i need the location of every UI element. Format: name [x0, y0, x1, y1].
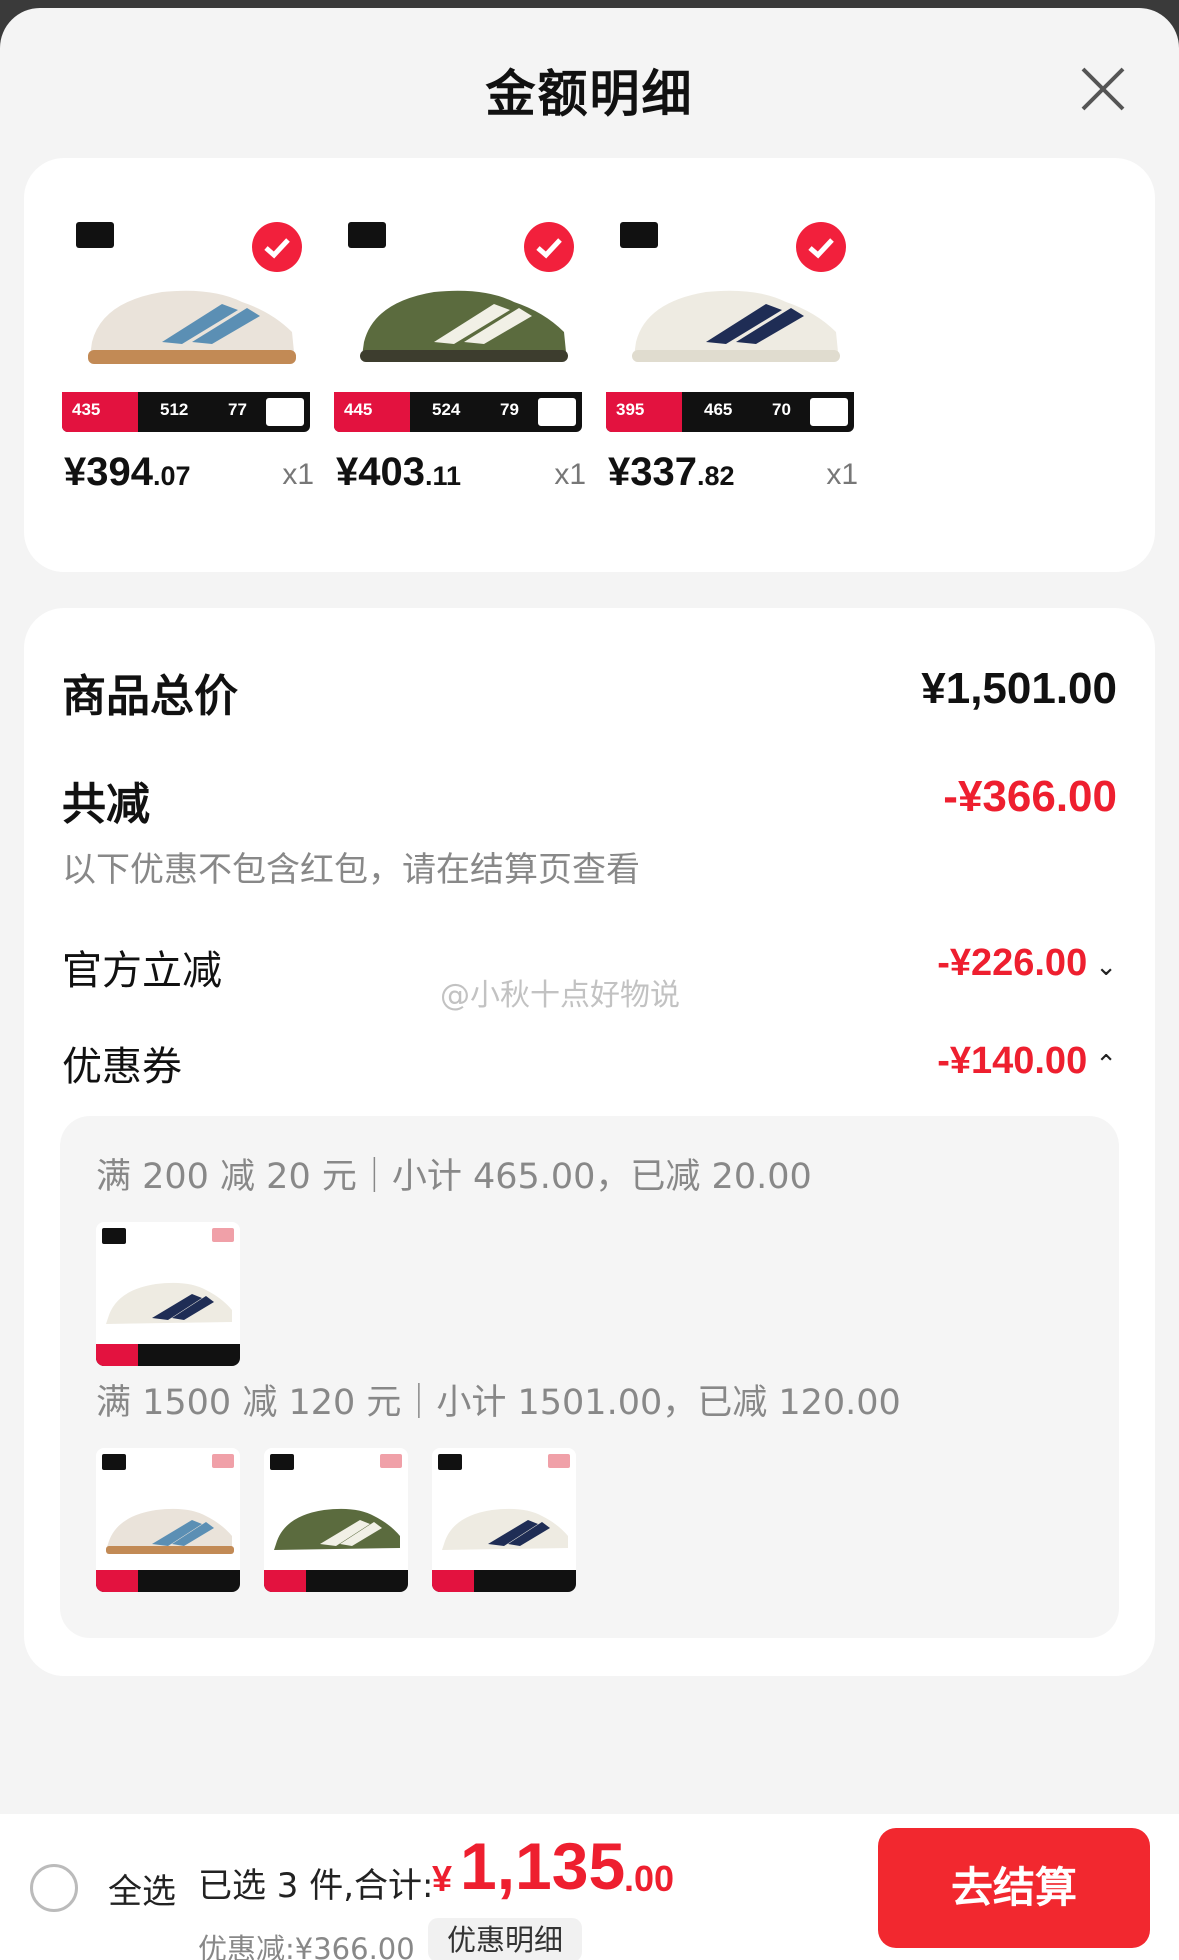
chevron-up-icon: ⌃: [1095, 1049, 1117, 1079]
promo-banner: 395 465 70: [606, 392, 854, 432]
discount-detail-button[interactable]: 优惠明细: [428, 1918, 582, 1960]
product-quantity: x1: [826, 458, 858, 491]
checkout-bar: 全选 已选 3 件,合计: ¥ 1,135 .00 优惠减:¥366.00 优惠…: [0, 1814, 1179, 1960]
product-image: 435 512 77: [62, 192, 310, 432]
total-price-value: ¥1,501.00: [921, 664, 1117, 713]
selected-check-icon[interactable]: [796, 222, 846, 272]
coupon-detail-box: 满 200 减 20 元｜小计 465.00，已减 20.00 满 1500 减…: [60, 1116, 1119, 1638]
product-price: ¥337.82: [608, 450, 735, 494]
total-price-label: 商品总价: [62, 671, 238, 722]
product-quantity: x1: [282, 458, 314, 491]
selected-count-text: 已选 3 件,合计:: [198, 1866, 434, 1906]
product-image: 445 524 79: [334, 192, 582, 432]
official-discount-label: 官方立减: [62, 948, 222, 994]
price-summary-card: 商品总价 ¥1,501.00 共减 -¥366.00 以下优惠不包含红包，请在结…: [24, 608, 1155, 1676]
product-list-card: 435 512 77 ¥394.07 x1 445 524 79 ¥403.11…: [24, 158, 1155, 572]
total-amount: 1,135: [460, 1829, 626, 1903]
product-quantity: x1: [554, 458, 586, 491]
coupon-row[interactable]: -¥140.00 ⌃: [937, 1040, 1117, 1083]
coupon-rule-line: 满 1500 减 120 元｜小计 1501.00，已减 120.00: [96, 1383, 901, 1423]
product-item[interactable]: 445 524 79 ¥403.11 x1: [334, 192, 586, 494]
promo-banner: 445 524 79: [334, 392, 582, 432]
coupon-product-thumb: [96, 1222, 240, 1366]
total-reduction-label: 共减: [62, 779, 150, 830]
product-price: ¥394.07: [64, 450, 191, 494]
select-all-radio[interactable]: [30, 1864, 78, 1912]
promo-banner: 435 512 77: [62, 392, 310, 432]
product-item[interactable]: 395 465 70 ¥337.82 x1: [606, 192, 858, 494]
select-all-label[interactable]: 全选: [108, 1864, 176, 1913]
amount-detail-sheet: 金额明细 435 512 77 ¥394.07 x1 445 524 79 ¥4…: [0, 8, 1179, 1960]
total-currency: ¥: [432, 1858, 453, 1899]
brand-logo: [348, 222, 386, 248]
close-icon[interactable]: [1078, 64, 1128, 114]
product-image: 395 465 70: [606, 192, 854, 432]
discount-summary: 优惠减:¥366.00: [198, 1932, 415, 1960]
coupon-product-thumb: [264, 1448, 408, 1592]
total-reduction-value: -¥366.00: [943, 772, 1117, 821]
product-price: ¥403.11: [336, 450, 462, 494]
brand-logo: [620, 222, 658, 248]
official-discount-value: -¥226.00: [937, 942, 1088, 984]
selected-check-icon[interactable]: [524, 222, 574, 272]
coupon-product-thumb: [432, 1448, 576, 1592]
discount-note: 以下优惠不包含红包，请在结算页查看: [62, 850, 640, 890]
chevron-down-icon: ⌄: [1095, 951, 1117, 981]
coupon-value: -¥140.00: [937, 1040, 1088, 1082]
sheet-title: 金额明细: [485, 65, 694, 123]
selected-check-icon[interactable]: [252, 222, 302, 272]
checkout-button[interactable]: 去结算: [878, 1828, 1150, 1948]
coupon-product-thumb: [96, 1448, 240, 1592]
total-amount-decimal: .00: [624, 1858, 675, 1899]
brand-logo: [76, 222, 114, 248]
product-item[interactable]: 435 512 77 ¥394.07 x1: [62, 192, 314, 494]
watermark: @小秋十点好物说: [440, 978, 680, 1013]
official-discount-row[interactable]: -¥226.00 ⌄: [937, 942, 1117, 985]
coupon-label: 优惠券: [62, 1044, 182, 1090]
coupon-rule-line: 满 200 减 20 元｜小计 465.00，已减 20.00: [96, 1157, 812, 1197]
